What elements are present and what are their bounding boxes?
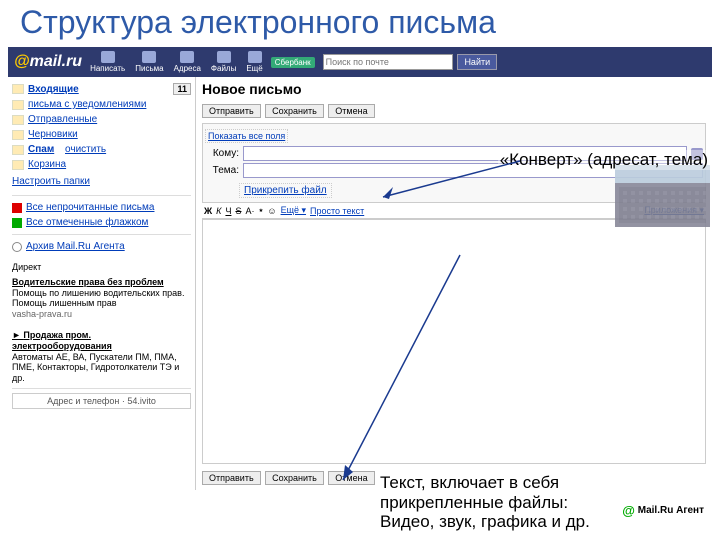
mailru-agent[interactable]: @ Mail.Ru Агент (622, 503, 704, 518)
folder-icon (12, 84, 24, 94)
flag-icon (12, 218, 22, 228)
building-image (615, 165, 710, 227)
search-box: Найти (323, 54, 706, 70)
flag-icon (12, 203, 22, 213)
archive-icon (12, 242, 22, 252)
annotation-envelope: «Конверт» (адресат, тема) (498, 150, 710, 170)
archive-link[interactable]: Архив Mail.Ru Агента (12, 239, 191, 254)
attach-file[interactable]: Прикрепить файл (239, 183, 332, 198)
user-icon (180, 51, 194, 63)
cancel-button-bottom[interactable]: Отмена (328, 471, 374, 485)
nav-files[interactable]: Файлы (211, 51, 236, 73)
ad-title-2[interactable]: ► Продажа пром. электрооборудования (12, 330, 191, 352)
save-button-bottom[interactable]: Сохранить (265, 471, 324, 485)
tb-plaintext[interactable]: Просто текст (310, 206, 364, 216)
configure-folders[interactable]: Настроить папки (12, 176, 90, 187)
flag-flagged[interactable]: Все отмеченные флажком (12, 215, 191, 230)
nav-more[interactable]: Ещё (246, 51, 262, 73)
folder-trash[interactable]: Корзина (12, 157, 191, 172)
search-input[interactable] (323, 54, 453, 70)
tb-underline[interactable]: Ч (225, 206, 231, 216)
show-all-fields[interactable]: Показать все поля (205, 129, 288, 143)
top-nav: Написать Письма Адреса Файлы Ещё (90, 51, 263, 73)
tb-bold[interactable]: Ж (204, 206, 212, 216)
browser-shot: @mail.ru Написать Письма Адреса Файлы Ещ… (8, 47, 712, 490)
action-buttons-top: Отправить Сохранить Отмена (202, 101, 706, 119)
folder-icon (12, 115, 24, 125)
pencil-icon (101, 51, 115, 63)
send-button-bottom[interactable]: Отправить (202, 471, 261, 485)
ad-url-1: vasha-prava.ru (12, 309, 191, 320)
save-button[interactable]: Сохранить (265, 104, 324, 118)
folder-icon (12, 100, 24, 110)
folder-notif[interactable]: письма с уведомлениями (12, 97, 191, 112)
sberbank-ad[interactable]: Сбербанк (271, 57, 315, 68)
topbar: @mail.ru Написать Письма Адреса Файлы Ещ… (8, 47, 712, 77)
annotation-body: Текст, включает в себя прикрепленные фай… (380, 473, 590, 532)
sidebar: Входящие11 письма с уведомлениями Отправ… (8, 77, 196, 490)
send-button[interactable]: Отправить (202, 104, 261, 118)
logo: @mail.ru (14, 53, 82, 71)
folder-icon (217, 51, 231, 63)
folder-spam[interactable]: Спам очистить (12, 142, 191, 157)
folder-sent[interactable]: Отправленные (12, 112, 191, 127)
search-button[interactable]: Найти (457, 54, 497, 70)
compose-body[interactable] (202, 219, 706, 464)
tb-more[interactable]: Ещё ▾ (281, 205, 306, 216)
nav-write[interactable]: Написать (90, 51, 125, 73)
nav-mail[interactable]: Письма (135, 51, 163, 73)
cancel-button[interactable]: Отмена (328, 104, 374, 118)
ad-body-1: Помощь по лишению водительских прав. Пом… (12, 288, 191, 310)
envelope-icon (142, 51, 156, 63)
folder-icon (12, 160, 24, 170)
folder-icon (12, 145, 24, 155)
nav-contacts[interactable]: Адреса (174, 51, 201, 73)
folder-inbox[interactable]: Входящие11 (12, 81, 191, 97)
folder-drafts[interactable]: Черновики (12, 127, 191, 142)
direkt-label: Директ (12, 262, 191, 273)
tb-strike[interactable]: Ѕ (235, 206, 241, 216)
folder-icon (12, 130, 24, 140)
to-label: Кому: (205, 148, 239, 159)
ad-body-2: Автоматы АЕ, ВА, Пускатели ПМ, ПМА, ПМЕ,… (12, 352, 191, 384)
tb-bg[interactable]: ٭ (258, 205, 263, 216)
page-title: Новое письмо (202, 81, 706, 97)
slide-title: Структура электронного письма (0, 0, 720, 47)
dots-icon (248, 51, 262, 63)
tb-italic[interactable]: К (216, 206, 221, 216)
tb-color[interactable]: A· (245, 206, 254, 216)
content-area: Новое письмо Отправить Сохранить Отмена … (196, 77, 712, 490)
ad-title-1[interactable]: Водительские права без проблем (12, 277, 191, 288)
flag-unread[interactable]: Все непрочитанные письма (12, 200, 191, 215)
tb-emoji[interactable]: ☺ (267, 206, 276, 216)
bottom-link[interactable]: Адрес и телефон · 54.ivito (12, 393, 191, 409)
subject-label: Тема: (205, 165, 239, 176)
